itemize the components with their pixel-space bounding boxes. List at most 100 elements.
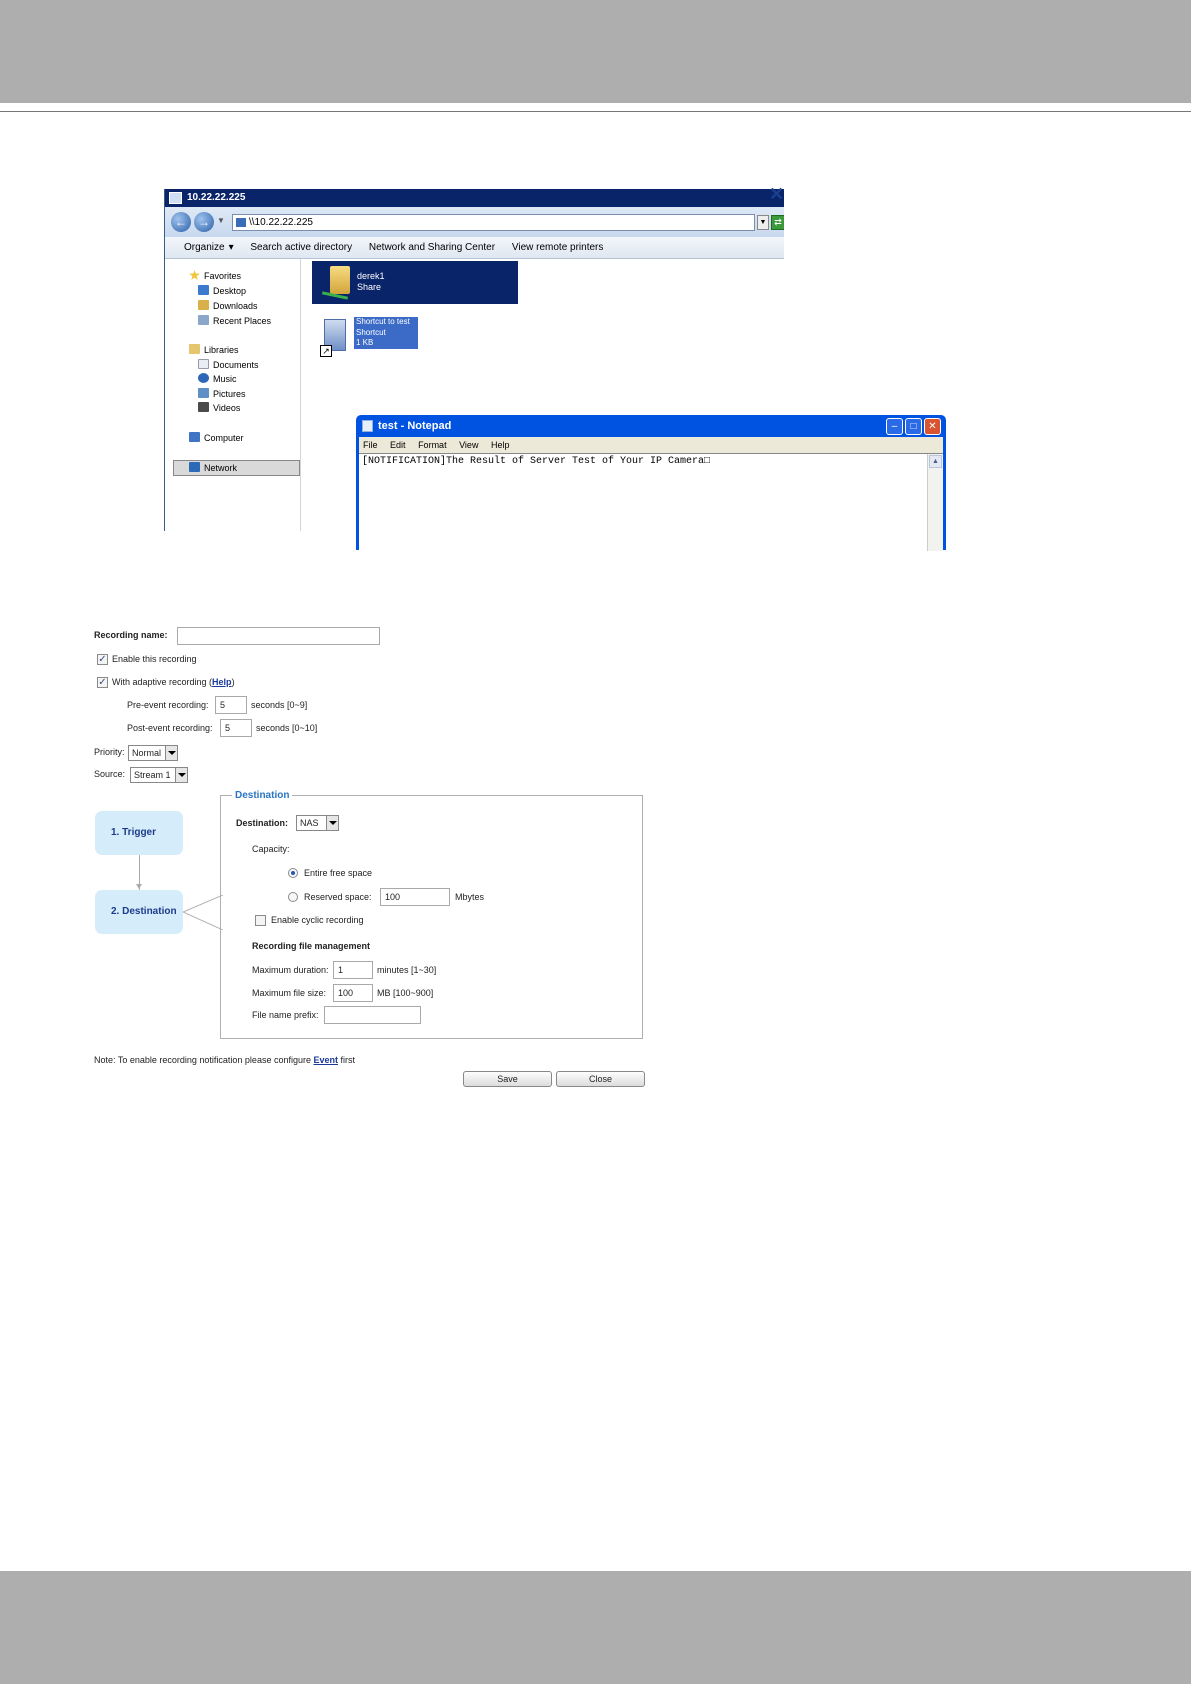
explorer-address-bar: ← → ▼ \\10.22.22.225 ▼ ⇄ xyxy=(165,207,784,237)
close-button[interactable]: ✕ xyxy=(924,418,941,435)
explorer-title-bar: 10.22.22.225 xyxy=(165,189,784,207)
nav-item-pictures[interactable]: Pictures xyxy=(198,387,246,401)
nav-label: Computer xyxy=(204,433,244,443)
reserved-space-radio[interactable] xyxy=(288,892,298,902)
adaptive-paren: ) xyxy=(231,677,235,687)
nav-item-network[interactable]: Network xyxy=(173,460,300,476)
menu-edit[interactable]: Edit xyxy=(390,440,406,450)
organize-menu[interactable]: Organize ▾ xyxy=(184,242,234,253)
share-type: Share xyxy=(357,282,382,292)
menu-view[interactable]: View xyxy=(459,440,478,450)
nav-item-videos[interactable]: Videos xyxy=(198,401,240,415)
folder-icon xyxy=(330,266,350,294)
shortcut-arrow-icon: ↗ xyxy=(320,345,332,357)
explorer-nav-pane: Favorites Desktop Downloads Recent Place… xyxy=(173,259,301,531)
cyclic-recording-checkbox[interactable] xyxy=(255,915,266,926)
organize-label: Organize xyxy=(184,242,225,253)
recent-places-icon xyxy=(198,315,209,325)
priority-label: Priority: xyxy=(94,747,125,757)
share-item-derek1[interactable]: derek1 Share xyxy=(312,261,518,304)
nav-item-libraries[interactable]: Libraries xyxy=(189,343,239,357)
reserved-space-label: Reserved space: xyxy=(304,892,372,902)
destination-select[interactable]: NAS xyxy=(296,815,339,831)
destination-label: Destination: xyxy=(236,818,289,828)
notepad-text-area[interactable]: [NOTIFICATION]The Result of Server Test … xyxy=(359,453,943,551)
help-link[interactable]: Help xyxy=(212,677,232,687)
nav-item-downloads[interactable]: Downloads xyxy=(198,299,258,313)
post-event-input[interactable]: 5 xyxy=(220,719,252,737)
enable-recording-label: Enable this recording xyxy=(112,654,197,664)
recording-name-input[interactable] xyxy=(177,627,380,645)
nav-label: Recent Places xyxy=(213,316,272,326)
vertical-scrollbar[interactable]: ▲ xyxy=(927,454,943,551)
step-destination[interactable]: 2. Destination xyxy=(95,890,183,934)
entire-free-space-label: Entire free space xyxy=(304,868,373,878)
menu-format[interactable]: Format xyxy=(418,440,447,450)
source-label: Source: xyxy=(94,769,126,779)
save-button[interactable]: Save xyxy=(463,1071,552,1087)
libraries-icon xyxy=(189,344,200,354)
minimize-button[interactable]: – xyxy=(886,418,903,435)
address-input[interactable]: \\10.22.22.225 xyxy=(232,214,755,231)
search-active-directory-button[interactable]: Search active directory xyxy=(250,242,352,253)
share-name: derek1 xyxy=(357,271,385,281)
nav-label: Network xyxy=(204,463,238,473)
pre-event-input[interactable]: 5 xyxy=(215,696,247,714)
nav-item-music[interactable]: Music xyxy=(198,372,237,386)
close-icon[interactable]: ✕ xyxy=(769,184,784,204)
max-duration-label: Maximum duration: xyxy=(252,965,329,975)
chevron-down-icon[interactable]: ▼ xyxy=(217,216,225,225)
max-file-size-unit: MB [100~900] xyxy=(377,988,434,998)
priority-select[interactable]: Normal xyxy=(128,745,178,761)
shortcut-item-test[interactable]: ↗ Shortcut to test Shortcut 1 KB xyxy=(318,317,430,361)
nav-label: Favorites xyxy=(204,271,242,281)
cyclic-recording-label: Enable cyclic recording xyxy=(271,915,364,925)
close-button[interactable]: Close xyxy=(556,1071,645,1087)
nav-label: Libraries xyxy=(204,345,239,355)
nav-item-documents[interactable]: Documents xyxy=(198,358,259,372)
note-text: Note: To enable recording notification p… xyxy=(94,1055,314,1065)
view-remote-printers-button[interactable]: View remote printers xyxy=(512,242,604,253)
shortcut-name: Shortcut to test xyxy=(356,317,410,326)
nav-item-favorites[interactable]: Favorites xyxy=(189,269,241,283)
source-select[interactable]: Stream 1 xyxy=(130,767,188,783)
nav-item-computer[interactable]: Computer xyxy=(189,431,244,445)
footer-band xyxy=(0,1571,1191,1684)
menu-file[interactable]: File xyxy=(363,440,378,450)
explorer-title: 10.22.22.225 xyxy=(187,192,246,203)
chevron-down-icon xyxy=(175,768,187,782)
documents-icon xyxy=(198,359,209,369)
network-sharing-center-button[interactable]: Network and Sharing Center xyxy=(369,242,495,253)
menu-help[interactable]: Help xyxy=(491,440,510,450)
scroll-up-icon[interactable]: ▲ xyxy=(929,455,942,468)
source-value: Stream 1 xyxy=(134,770,171,780)
shortcut-size: 1 KB xyxy=(356,338,374,347)
forward-arrow-icon[interactable]: → xyxy=(194,212,214,232)
step-trigger[interactable]: 1. Trigger xyxy=(95,811,183,855)
max-file-size-label: Maximum file size: xyxy=(252,988,327,998)
file-name-prefix-input[interactable] xyxy=(324,1006,421,1024)
star-icon xyxy=(189,270,200,280)
network-icon xyxy=(189,462,200,472)
address-dropdown-button[interactable]: ▼ xyxy=(757,215,769,230)
chevron-down-icon xyxy=(326,816,338,830)
max-file-size-input[interactable]: 100 xyxy=(333,984,373,1002)
enable-recording-checkbox[interactable]: ✓ xyxy=(97,654,108,665)
back-arrow-icon[interactable]: ← xyxy=(171,212,191,232)
max-duration-input[interactable]: 1 xyxy=(333,961,373,979)
nav-item-recent-places[interactable]: Recent Places xyxy=(198,314,271,328)
network-icon xyxy=(169,192,182,204)
note-tail: first xyxy=(338,1055,356,1065)
entire-free-space-radio[interactable] xyxy=(288,868,298,878)
reserved-space-input[interactable]: 100 xyxy=(380,888,450,906)
destination-value: NAS xyxy=(300,818,319,828)
adaptive-recording-checkbox[interactable]: ✓ xyxy=(97,677,108,688)
computer-icon xyxy=(189,432,200,442)
event-link[interactable]: Event xyxy=(313,1055,338,1065)
post-event-unit: seconds [0~10] xyxy=(256,723,318,733)
nav-item-desktop[interactable]: Desktop xyxy=(198,284,246,298)
chevron-down-icon xyxy=(165,746,177,760)
chevron-down-icon: ▾ xyxy=(228,242,234,253)
maximize-button[interactable]: □ xyxy=(905,418,922,435)
refresh-go-button[interactable]: ⇄ xyxy=(771,215,784,230)
